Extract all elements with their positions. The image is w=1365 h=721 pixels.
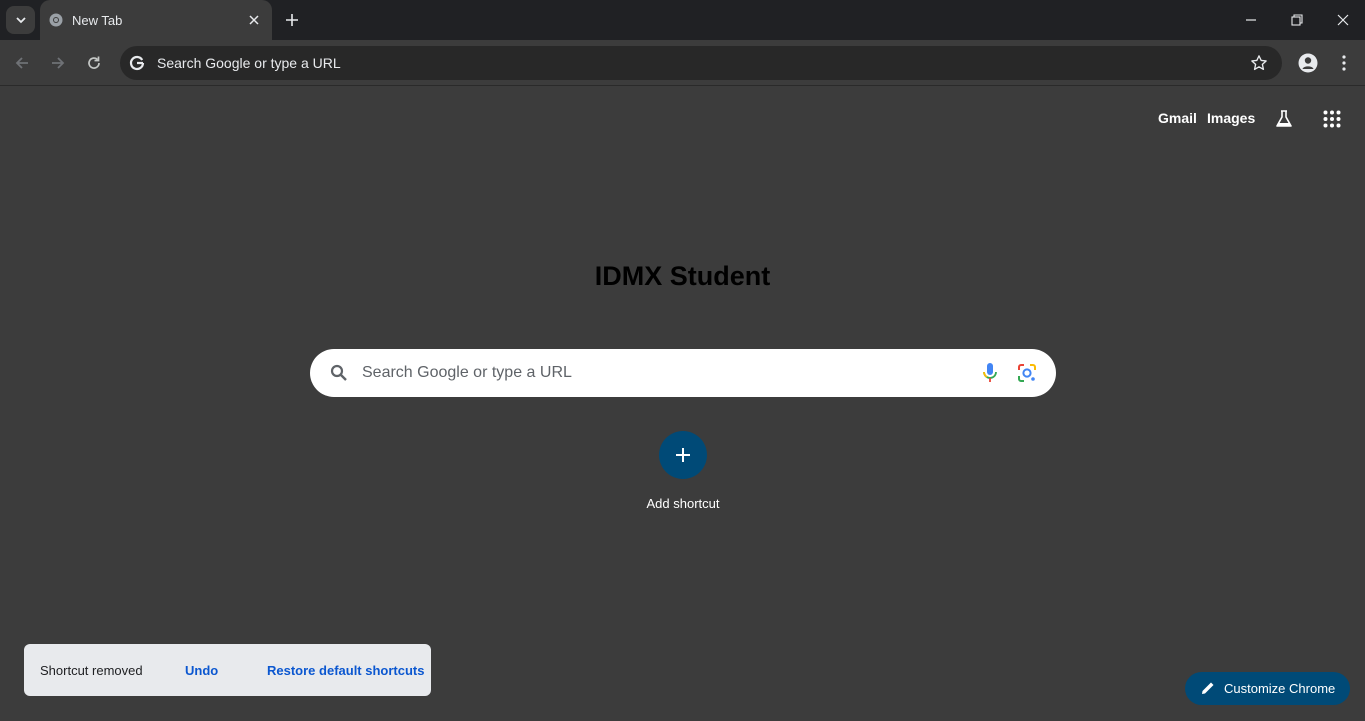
add-shortcut-label: Add shortcut: [646, 496, 720, 511]
close-icon: [249, 15, 259, 25]
search-box[interactable]: Search Google or type a URL: [310, 349, 1056, 397]
shortcut-removed-toast: Shortcut removed Undo Restore default sh…: [24, 644, 431, 696]
tab-new-tab[interactable]: New Tab: [40, 0, 272, 40]
toast-message: Shortcut removed: [40, 663, 143, 678]
profile-button[interactable]: [1296, 51, 1320, 75]
restore-icon: [1291, 14, 1303, 26]
star-icon[interactable]: [1250, 54, 1268, 72]
tab-search-button[interactable]: [6, 6, 35, 34]
back-button[interactable]: [10, 51, 34, 75]
add-shortcut-button[interactable]: [659, 431, 707, 479]
arrow-left-icon: [15, 57, 28, 69]
gmail-link[interactable]: Gmail: [1158, 110, 1197, 126]
google-g-icon: [127, 53, 147, 73]
restore-default-shortcuts-button[interactable]: Restore default shortcuts: [267, 663, 424, 678]
reload-icon: [88, 56, 100, 69]
omnibox-placeholder: Search Google or type a URL: [157, 55, 341, 71]
customize-chrome-button[interactable]: Customize Chrome: [1185, 672, 1350, 705]
minimize-button[interactable]: [1228, 0, 1274, 40]
forward-button[interactable]: [46, 51, 70, 75]
plus-icon: [676, 448, 690, 462]
kebab-menu-icon: [1342, 55, 1346, 71]
close-icon: [1337, 14, 1349, 26]
plus-icon: [286, 14, 298, 26]
chrome-icon: [49, 13, 63, 27]
page-logo: IDMX Student: [594, 261, 771, 291]
menu-button[interactable]: [1333, 51, 1355, 75]
pencil-icon: [1202, 682, 1214, 694]
apps-grid-icon: [1323, 110, 1341, 128]
search-input-placeholder: Search Google or type a URL: [362, 364, 572, 381]
profile-icon: [1298, 53, 1318, 73]
restore-button[interactable]: [1274, 0, 1320, 40]
labs-button[interactable]: [1272, 107, 1296, 131]
tab-close-button[interactable]: [246, 12, 262, 28]
flask-icon: [1276, 110, 1292, 127]
reload-button[interactable]: [82, 51, 106, 75]
add-shortcut-tile[interactable]: Add shortcut: [623, 427, 743, 517]
mic-icon[interactable]: [980, 362, 1000, 384]
customize-chrome-label: Customize Chrome: [1224, 681, 1336, 696]
omnibox[interactable]: Search Google or type a URL: [120, 46, 1282, 80]
minimize-icon: [1246, 19, 1256, 21]
new-tab-page: Gmail Images IDMX Student Search Google …: [0, 87, 1365, 721]
title-bar: New Tab: [0, 0, 1365, 40]
search-icon: [330, 364, 347, 381]
tab-title: New Tab: [72, 13, 123, 28]
close-window-button[interactable]: [1320, 0, 1365, 40]
browser-toolbar: Search Google or type a URL: [0, 40, 1365, 86]
undo-button[interactable]: Undo: [185, 663, 218, 678]
chevron-down-icon: [15, 17, 26, 24]
lens-icon[interactable]: [1016, 362, 1038, 384]
images-link[interactable]: Images: [1207, 110, 1255, 126]
google-apps-button[interactable]: [1320, 107, 1344, 131]
new-tab-button[interactable]: [282, 10, 302, 30]
arrow-right-icon: [52, 57, 65, 69]
